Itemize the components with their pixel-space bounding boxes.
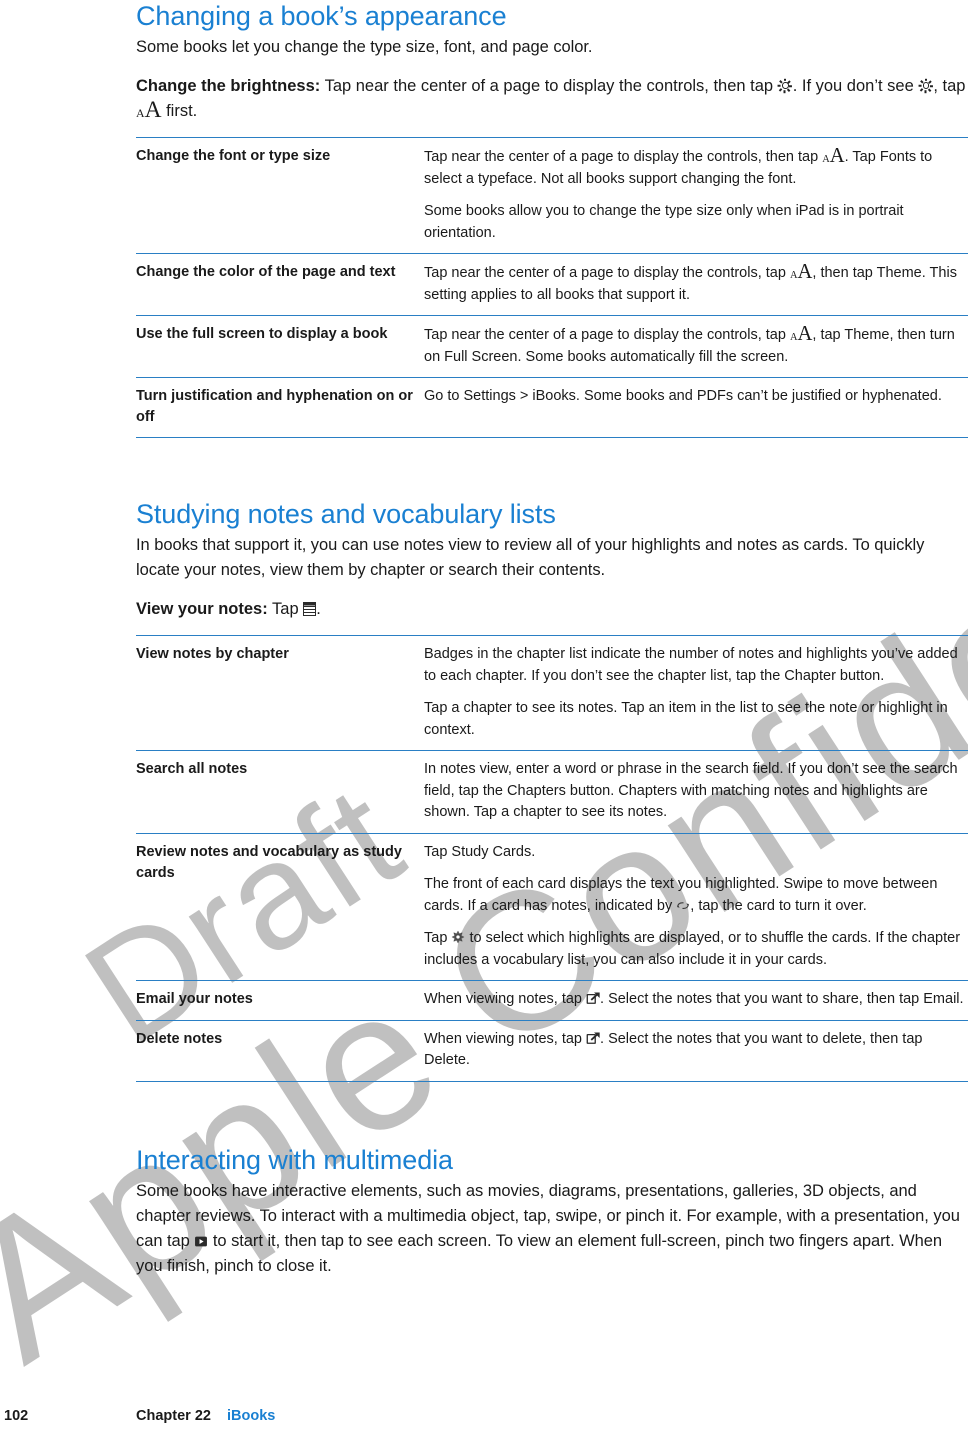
section-intro-notes: In books that support it, you can use no… xyxy=(136,536,925,579)
row-description: Tap near the center of a page to display… xyxy=(424,253,968,316)
task-text-after-icon: . xyxy=(316,600,321,618)
table-row: Change the font or type size Tap near th… xyxy=(136,137,968,254)
row-paragraph: When viewing notes, tap . Select the not… xyxy=(424,989,968,1011)
row-label: Change the color of the page and text xyxy=(136,253,424,316)
page-content-column: Changing a book’s appearance Some books … xyxy=(136,0,968,1279)
flip-card-icon xyxy=(677,901,690,909)
table-row: View notes by chapter Badges in the chap… xyxy=(136,635,968,751)
row-paragraph: Badges in the chapter list indicate the … xyxy=(424,646,958,684)
paragraph-text-after: . Select the notes that you want to shar… xyxy=(600,991,964,1007)
row-description: When viewing notes, tap . Select the not… xyxy=(424,980,968,1020)
table-row: Review notes and vocabulary as study car… xyxy=(136,832,968,981)
paragraph-text-before: Tap near the center of a page to display… xyxy=(424,149,819,165)
task-text-1: Tap near the center of a page to display… xyxy=(324,77,774,95)
task-text-2: . If you don’t see xyxy=(792,77,914,95)
table-row: Use the full screen to display a book Ta… xyxy=(136,315,968,378)
row-label: Review notes and vocabulary as study car… xyxy=(136,832,424,981)
row-label: Search all notes xyxy=(136,750,424,833)
task-label-brightness: Change the brightness: xyxy=(136,77,321,95)
brightness-sun-icon xyxy=(778,78,793,93)
row-description: In notes view, enter a word or phrase in… xyxy=(424,750,968,833)
aa-icon: AA xyxy=(789,261,813,283)
paragraph-text-before: When viewing notes, tap xyxy=(424,991,582,1007)
row-paragraph: In notes view, enter a word or phrase in… xyxy=(424,761,958,820)
task-change-brightness: Change the brightness: Tap near the cent… xyxy=(136,74,968,124)
section-intro-appearance: Some books let you change the type size,… xyxy=(136,38,593,56)
paragraph-text-after: to select which highlights are displayed… xyxy=(424,930,961,968)
row-label: Email your notes xyxy=(136,980,424,1020)
aa-icon: AA xyxy=(789,323,813,345)
appearance-task-table: Change the font or type size Tap near th… xyxy=(136,137,968,438)
row-description: Tap near the center of a page to display… xyxy=(424,315,968,378)
gear-icon xyxy=(452,930,465,944)
share-export-icon xyxy=(586,992,600,1004)
task-label-view-notes: View your notes: xyxy=(136,600,268,618)
appearance-table-body: Change the font or type size Tap near th… xyxy=(136,137,968,438)
section-interacting-multimedia: Interacting with multimedia Some books h… xyxy=(136,1144,968,1279)
row-paragraph: Tap near the center of a page to display… xyxy=(424,324,968,368)
row-paragraph: Tap near the center of a page to display… xyxy=(424,262,968,306)
paragraph-text-before: Tap near the center of a page to display… xyxy=(424,265,786,281)
row-paragraph: Tap near the center of a page to display… xyxy=(424,146,968,190)
footer-page-number: 102 xyxy=(4,1408,29,1424)
table-row: Search all notes In notes view, enter a … xyxy=(136,750,968,833)
task-text-before-icon: Tap xyxy=(272,600,299,618)
row-paragraph: Tap Study Cards. xyxy=(424,843,536,860)
footer-chapter: Chapter 22 iBooks xyxy=(136,1408,275,1424)
notes-list-icon xyxy=(303,602,317,616)
aa-icon: AA xyxy=(822,145,845,167)
footer-chapter-label: Chapter 22 xyxy=(136,1408,211,1424)
brightness-sun-icon xyxy=(918,78,934,93)
table-row: Email your notes When viewing notes, tap… xyxy=(136,980,968,1020)
row-label: Delete notes xyxy=(136,1019,424,1082)
table-row: Change the color of the page and text Ta… xyxy=(136,253,968,316)
section-title-multimedia: Interacting with multimedia xyxy=(136,1144,453,1175)
section-title-notes: Studying notes and vocabulary lists xyxy=(136,499,556,529)
row-label: Change the font or type size xyxy=(136,137,424,254)
font-size-aa-icon: AA xyxy=(136,97,162,123)
row-label: Turn justification and hyphenation on or… xyxy=(136,377,424,438)
table-row: Turn justification and hyphenation on or… xyxy=(136,377,968,438)
paragraph-text-before: When viewing notes, tap xyxy=(424,1030,582,1047)
row-paragraph: Go to Settings > iBooks. Some books and … xyxy=(424,388,942,404)
row-description: When viewing notes, tap . Select the not… xyxy=(424,1019,968,1082)
row-label: Use the full screen to display a book xyxy=(136,315,424,378)
task-text-3: , tap xyxy=(933,77,966,95)
paragraph-text-before: Tap xyxy=(424,930,448,946)
row-description: Tap near the center of a page to display… xyxy=(424,137,968,254)
row-label: View notes by chapter xyxy=(136,635,424,751)
task-view-your-notes: View your notes: Tap . xyxy=(136,597,968,622)
paragraph-text-before: Tap near the center of a page to display… xyxy=(424,327,786,343)
row-paragraph: The front of each card displays the text… xyxy=(424,874,968,917)
notes-task-table: View notes by chapter Badges in the chap… xyxy=(136,635,968,1082)
row-description: Tap Study Cards. The front of each card … xyxy=(424,832,968,981)
section-body-multimedia: Some books have interactive elements, su… xyxy=(136,1179,968,1279)
row-paragraph: When viewing notes, tap . Select the not… xyxy=(424,1029,968,1072)
section-title-appearance: Changing a book’s appearance xyxy=(136,1,507,31)
section-studying-notes: Studying notes and vocabulary lists In b… xyxy=(136,498,968,1082)
row-description: Go to Settings > iBooks. Some books and … xyxy=(424,377,968,438)
table-row: Delete notes When viewing notes, tap . S… xyxy=(136,1019,968,1082)
notes-table-body: View notes by chapter Badges in the chap… xyxy=(136,635,968,1082)
share-export-icon xyxy=(586,1032,600,1044)
multimedia-text-after: to start it, then tap to see each screen… xyxy=(136,1231,943,1275)
section-changing-appearance: Changing a book’s appearance Some books … xyxy=(136,0,968,438)
play-icon xyxy=(195,1236,208,1246)
row-paragraph: Tap a chapter to see its notes. Tap an i… xyxy=(424,700,948,738)
row-paragraph: Some books allow you to change the type … xyxy=(424,203,904,241)
row-paragraph: Tap to select which highlights are displ… xyxy=(424,928,968,971)
task-text-4: first. xyxy=(166,102,198,120)
row-description: Badges in the chapter list indicate the … xyxy=(424,635,968,751)
footer-chapter-title[interactable]: iBooks xyxy=(227,1408,275,1424)
paragraph-text-after: , tap the card to turn it over. xyxy=(690,897,867,914)
